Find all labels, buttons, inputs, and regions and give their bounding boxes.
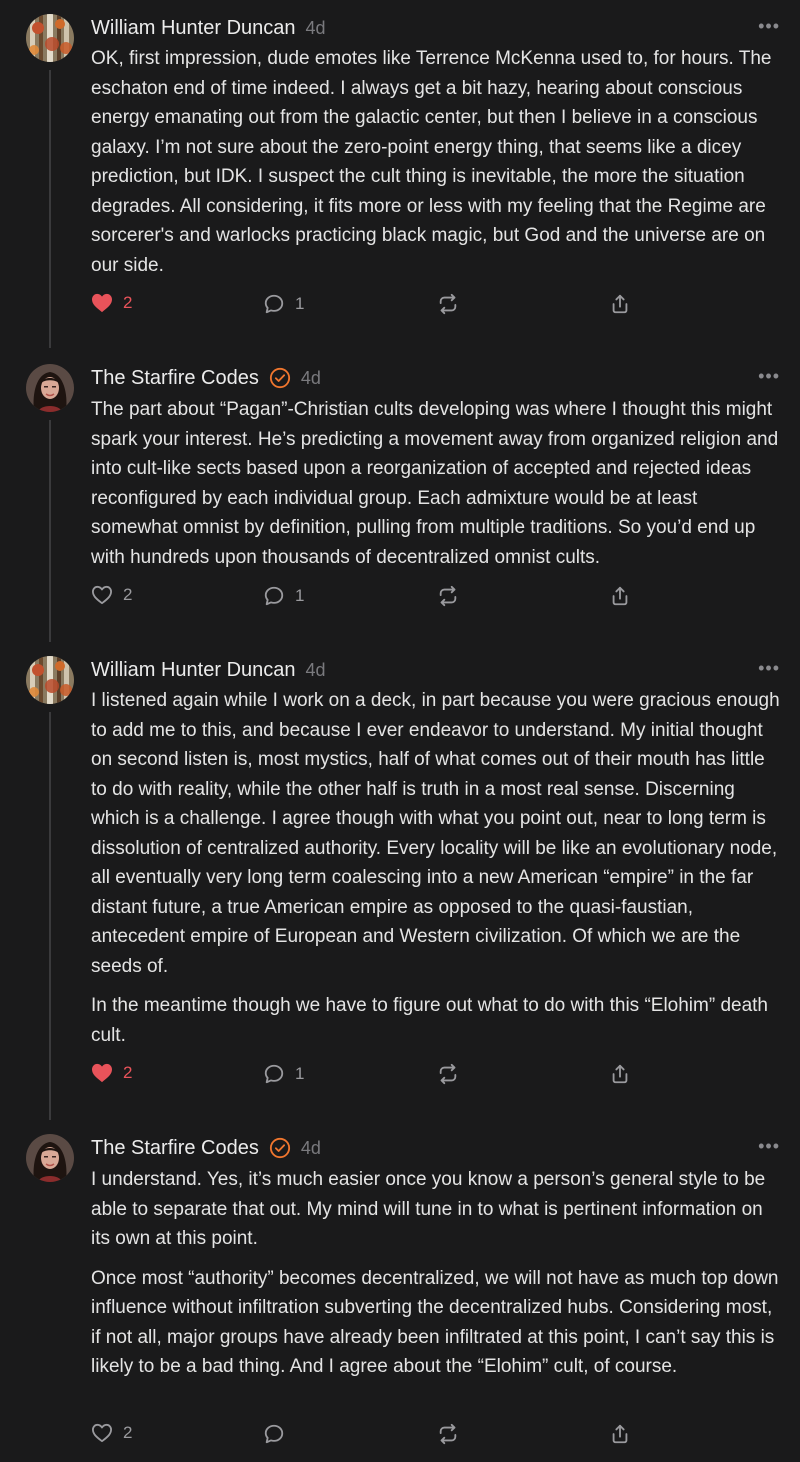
heart-filled-icon [91,293,113,313]
restack-button[interactable] [437,1063,459,1085]
reply-count: 1 [295,294,305,313]
share-icon [609,1063,631,1085]
share-icon [609,1423,631,1445]
author-name[interactable]: William Hunter Duncan [91,17,296,40]
thread-line [49,420,51,642]
avatar[interactable] [26,364,74,412]
thread-line [49,70,51,348]
comment-bubble-icon [263,585,285,607]
comment-body: OK, first impression, dude emotes like T… [91,44,781,290]
like-button[interactable]: 2 [91,1423,132,1443]
like-button[interactable]: 2 [91,585,132,605]
comment-paragraph: I understand. Yes, it’s much easier once… [91,1169,766,1249]
comment-body: I listened again while I work on a deck,… [91,686,781,1060]
reply-count: 1 [295,586,305,605]
reply-button[interactable]: 1 [263,1063,304,1085]
like-button[interactable]: 2 [91,293,132,313]
comment-header: William Hunter Duncan 4d [91,14,326,42]
share-button[interactable] [609,585,631,607]
comment-body: I understand. Yes, it’s much easier once… [91,1165,781,1392]
comment-bubble-icon [263,1423,285,1445]
reply-button[interactable]: 1 [263,585,304,607]
comment-paragraph: Once most “authority” becomes decentrali… [91,1267,779,1378]
comment-bubble-icon [263,293,285,315]
share-button[interactable] [609,1063,631,1085]
comment-paragraph: In the meantime though we have to figure… [91,995,768,1046]
like-button[interactable]: 2 [91,1063,132,1083]
comment-actions: 2 1 [91,585,651,611]
author-name[interactable]: The Starfire Codes [91,1137,259,1160]
reply-count: 1 [295,1064,305,1083]
comment-header: William Hunter Duncan 4d [91,656,326,684]
comment-header: The Starfire Codes 4d [91,364,321,392]
more-options-icon[interactable]: ••• [758,1136,780,1156]
restack-button[interactable] [437,585,459,607]
restack-icon [437,585,459,607]
verified-badge-icon [269,1137,291,1159]
comment-paragraph: The part about “Pagan”-Christian cults d… [91,399,779,568]
share-button[interactable] [609,293,631,315]
reply-button[interactable] [263,1423,285,1445]
avatar[interactable] [26,656,74,704]
like-count: 2 [123,1063,133,1082]
reply-button[interactable]: 1 [263,293,304,315]
avatar[interactable] [26,14,74,62]
timestamp[interactable]: 4d [306,18,326,39]
restack-button[interactable] [437,293,459,315]
comment-actions: 2 1 [91,1063,651,1089]
timestamp[interactable]: 4d [301,368,321,389]
restack-icon [437,293,459,315]
more-options-icon[interactable]: ••• [758,658,780,678]
heart-icon [91,1423,113,1443]
thread-line [49,712,51,1120]
heart-filled-icon [91,1063,113,1083]
like-count: 2 [123,585,133,604]
share-icon [609,585,631,607]
verified-badge-icon [269,367,291,389]
comment-header: The Starfire Codes 4d [91,1134,321,1162]
comment-body: The part about “Pagan”-Christian cults d… [91,395,781,582]
heart-icon [91,585,113,605]
share-button[interactable] [609,1423,631,1445]
like-count: 2 [123,1423,133,1442]
comment-bubble-icon [263,1063,285,1085]
comment-paragraph: OK, first impression, dude emotes like T… [91,48,772,276]
comment-paragraph: I listened again while I work on a deck,… [91,690,780,977]
timestamp[interactable]: 4d [306,660,326,681]
restack-icon [437,1063,459,1085]
restack-button[interactable] [437,1423,459,1445]
restack-icon [437,1423,459,1445]
author-name[interactable]: The Starfire Codes [91,367,259,390]
author-name[interactable]: William Hunter Duncan [91,659,296,682]
like-count: 2 [123,293,133,312]
comment-actions: 2 [91,1423,651,1449]
avatar[interactable] [26,1134,74,1182]
more-options-icon[interactable]: ••• [758,16,780,36]
comment-actions: 2 1 [91,293,651,319]
share-icon [609,293,631,315]
more-options-icon[interactable]: ••• [758,366,780,386]
timestamp[interactable]: 4d [301,1138,321,1159]
